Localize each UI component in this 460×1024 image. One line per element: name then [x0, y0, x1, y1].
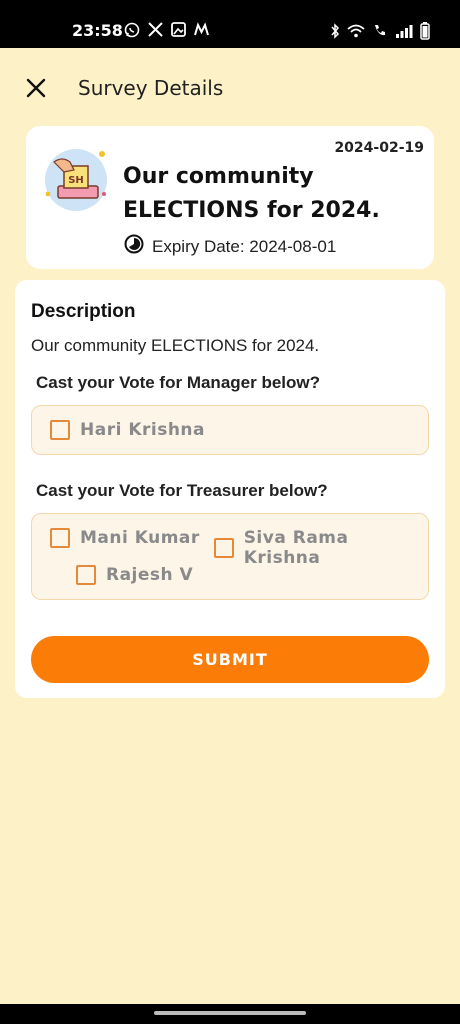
checkbox[interactable]: [214, 538, 234, 558]
option-label: Mani Kumar: [80, 528, 200, 548]
wifi-calling-icon: [372, 23, 388, 39]
submit-button[interactable]: SUBMIT: [31, 636, 429, 683]
expiry-row: Expiry Date: 2024-08-01: [124, 234, 336, 259]
option-siva-rama-krishna[interactable]: Siva Rama Krishna: [214, 528, 428, 568]
home-gesture-handle[interactable]: [154, 1011, 306, 1015]
wifi-icon: [347, 24, 365, 38]
checkbox[interactable]: [50, 420, 70, 440]
survey-title: Our community ELECTIONS for 2024.: [123, 164, 380, 223]
svg-text:SH: SH: [68, 175, 84, 186]
navigation-bar: [0, 1004, 460, 1024]
question-manager-label: Cast your Vote for Manager below?: [36, 373, 321, 392]
checkbox[interactable]: [50, 528, 70, 548]
treasurer-options: Mani Kumar Siva Rama Krishna Rajesh V: [31, 513, 429, 600]
clock-icon: [124, 234, 144, 259]
option-label: Hari Krishna: [80, 420, 206, 440]
m-app-icon: [194, 22, 209, 38]
survey-details-card: Description Our community ELECTIONS for …: [15, 280, 445, 698]
question-treasurer-label: Cast your Vote for Treasurer below?: [36, 481, 328, 500]
option-label: Siva Rama Krishna: [243, 528, 349, 568]
option-label: Rajesh V: [106, 565, 194, 585]
x-icon: [148, 22, 163, 38]
option-mani-kumar[interactable]: Mani Kumar: [50, 528, 200, 548]
status-time: 23:58: [72, 21, 123, 40]
signal-icon: [395, 24, 413, 38]
survey-date: 2024-02-19: [334, 140, 424, 156]
survey-summary-card: SH 2024-02-19 Our community ELECTIONS fo…: [26, 126, 434, 269]
option-hari-krishna[interactable]: Hari Krishna: [50, 420, 205, 440]
gallery-icon: [171, 22, 186, 38]
app-bar: Survey Details: [0, 48, 460, 128]
description-heading: Description: [31, 301, 136, 322]
option-rajesh-v[interactable]: Rajesh V: [76, 565, 193, 585]
whatsapp-icon: [124, 22, 140, 38]
status-bar: 23:58: [0, 0, 460, 48]
bluetooth-icon: [330, 23, 340, 39]
close-icon[interactable]: [24, 76, 50, 102]
battery-icon: [420, 22, 430, 40]
page-title: Survey Details: [78, 76, 224, 100]
expiry-date: Expiry Date: 2024-08-01: [152, 236, 337, 256]
description-text: Our community ELECTIONS for 2024.: [31, 336, 320, 355]
manager-options: Hari Krishna: [31, 405, 429, 455]
ballot-box-icon: SH: [40, 142, 112, 214]
checkbox[interactable]: [76, 565, 96, 585]
